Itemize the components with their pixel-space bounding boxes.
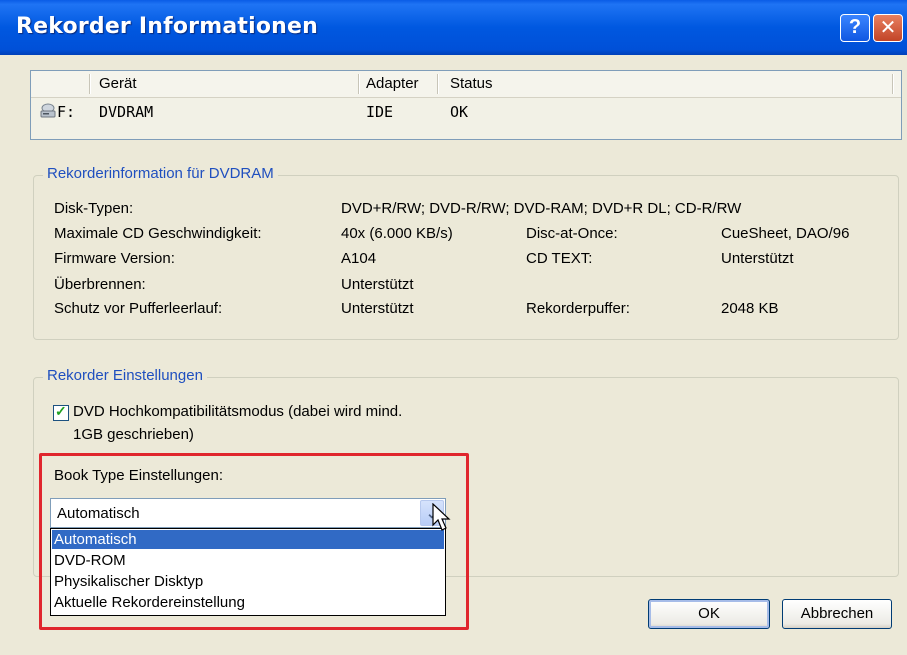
device-name: DVDRAM (99, 103, 154, 121)
cdtext-label: CD TEXT: (526, 250, 593, 267)
buffer-protect-label: Schutz vor Pufferleerlauf: (54, 300, 223, 317)
recorder-info-title: Rekorderinformation für DVDRAM (43, 165, 278, 182)
disk-types-value: DVD+R/RW; DVD-R/RW; DVD-RAM; DVD+R DL; C… (341, 200, 742, 217)
firmware-value: A104 (341, 250, 377, 267)
column-header-adapter[interactable]: Adapter (366, 75, 419, 92)
highlight-annotation (39, 453, 469, 630)
compat-mode-checkbox[interactable]: ✓ (53, 403, 69, 421)
buffer-label: Rekorderpuffer: (526, 300, 630, 317)
overburn-label: Überbrennen: (54, 276, 146, 293)
dao-label: Disc-at-Once: (526, 225, 618, 242)
cdtext-value: Unterstützt (721, 250, 794, 267)
column-header-status[interactable]: Status (450, 75, 493, 92)
column-separator[interactable] (358, 74, 360, 94)
help-button[interactable]: ? (840, 14, 870, 42)
buffer-value: 2048 KB (721, 300, 779, 317)
compat-mode-label-line1[interactable]: DVD Hochkompatibilitätsmodus (dabei wird… (73, 403, 402, 420)
disk-types-label: Disk-Typen: (54, 200, 134, 217)
close-button[interactable]: ✕ (873, 14, 903, 42)
compat-mode-label-line2[interactable]: 1GB geschrieben) (73, 426, 194, 443)
device-status: OK (450, 103, 469, 121)
ok-button[interactable]: OK (648, 599, 770, 629)
firmware-label: Firmware Version: (54, 250, 175, 267)
cancel-button[interactable]: Abbrechen (782, 599, 892, 629)
recorder-settings-title: Rekorder Einstellungen (43, 367, 207, 384)
column-separator[interactable] (89, 74, 91, 94)
recorder-info-group: Rekorderinformation für DVDRAM Disk-Type… (33, 165, 899, 340)
dialog-body: Gerät Adapter Status F: DVDRAM IDE OK Re… (10, 55, 907, 655)
device-drive-letter: F: (57, 103, 76, 121)
device-list-header: Gerät Adapter Status (31, 71, 901, 98)
device-row[interactable]: F: DVDRAM IDE OK (31, 97, 901, 127)
overburn-value: Unterstützt (341, 276, 414, 293)
max-cd-speed-value: 40x (6.000 KB/s) (341, 225, 453, 242)
device-adapter: IDE (366, 103, 394, 121)
mouse-cursor-icon (432, 503, 451, 531)
dao-value: CueSheet, DAO/96 (721, 225, 850, 242)
column-header-device[interactable]: Gerät (99, 75, 137, 92)
checkmark-icon: ✓ (55, 403, 67, 419)
max-cd-speed-label: Maximale CD Geschwindigkeit: (54, 225, 262, 242)
buffer-protect-value: Unterstützt (341, 300, 414, 317)
column-separator[interactable] (892, 74, 894, 94)
device-list[interactable]: Gerät Adapter Status F: DVDRAM IDE OK (30, 70, 902, 140)
window-title: Rekorder Informationen (16, 14, 319, 39)
column-separator[interactable] (437, 74, 439, 94)
title-bar[interactable]: Rekorder Informationen ? ✕ (0, 0, 907, 55)
cd-drive-icon (40, 103, 56, 118)
